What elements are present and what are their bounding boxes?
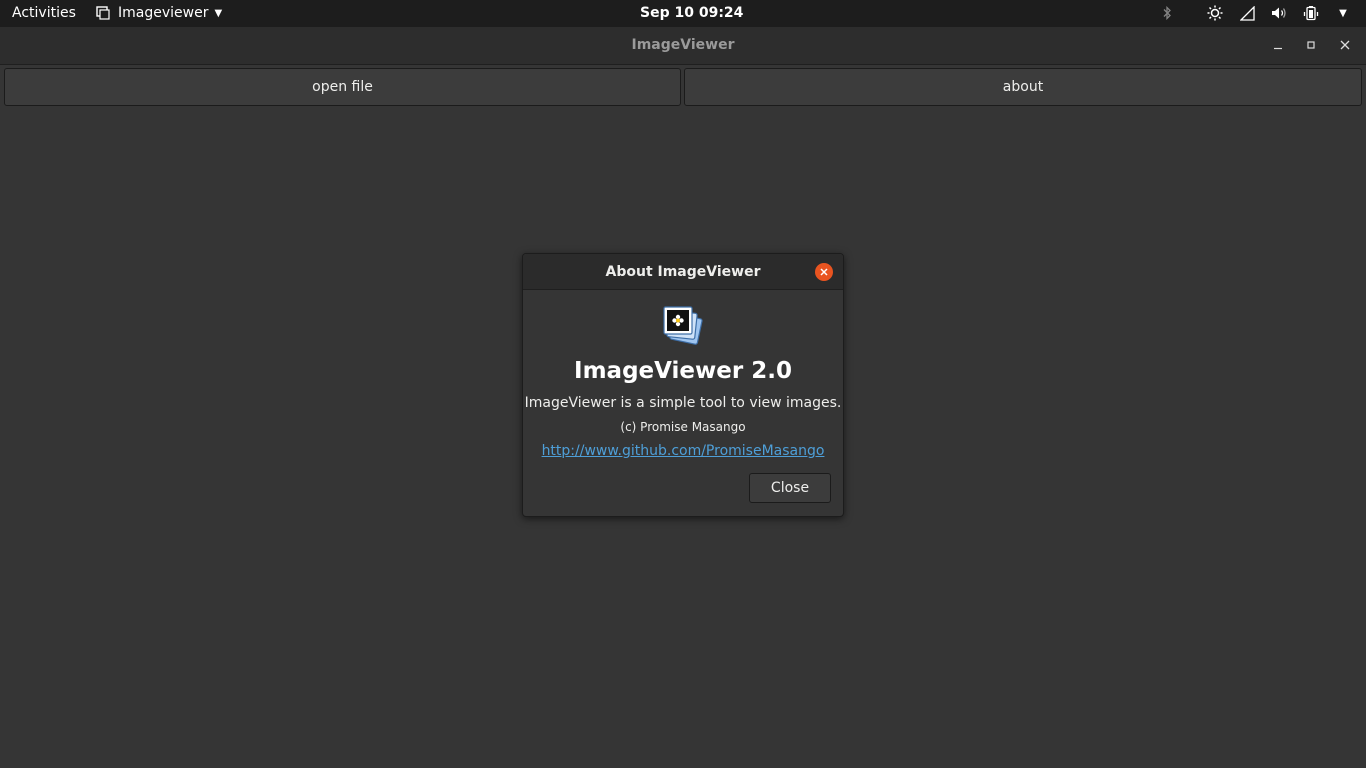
app-menu-label: Imageviewer [118, 5, 209, 21]
about-button[interactable]: about [684, 68, 1362, 106]
imageviewer-logo-icon [663, 306, 703, 345]
program-name: ImageViewer 2.0 [574, 358, 792, 384]
chevron-down-icon: ▼ [214, 7, 223, 19]
battery-icon[interactable] [1302, 5, 1320, 21]
gnome-top-bar: Activities Imageviewer ▼ Sep 10 09:24 ▼ [0, 0, 1366, 27]
clock-button[interactable]: Sep 10 09:24 [640, 5, 743, 21]
open-file-button[interactable]: open file [4, 68, 681, 106]
brightness-icon[interactable] [1206, 5, 1224, 21]
website-link[interactable]: http://www.github.com/PromiseMasango [523, 443, 843, 459]
bluetooth-icon[interactable] [1158, 5, 1176, 21]
copyright-text: (c) Promise Masango [620, 420, 746, 434]
about-dialog-title: About ImageViewer [605, 264, 761, 280]
volume-icon[interactable] [1270, 5, 1288, 21]
minimize-icon[interactable] [1270, 37, 1286, 53]
toolbar: open file about [4, 68, 1362, 106]
close-button[interactable]: Close [749, 473, 831, 503]
about-dialog-header: About ImageViewer [523, 254, 843, 290]
dialog-close-icon[interactable] [815, 263, 833, 281]
window-title: ImageViewer [631, 37, 735, 53]
activities-button[interactable]: Activities [12, 5, 76, 21]
imageviewer-app-icon [96, 6, 110, 20]
program-description: ImageViewer is a simple tool to view ima… [524, 395, 842, 411]
maximize-icon[interactable] [1303, 37, 1319, 53]
network-icon[interactable] [1238, 5, 1256, 21]
window-header-bar: ImageViewer [0, 27, 1366, 65]
system-menu-caret-icon[interactable]: ▼ [1334, 5, 1352, 21]
about-dialog: About ImageViewer ImageViewer 2.0 ImageV… [522, 253, 844, 517]
window-close-icon[interactable] [1337, 37, 1353, 53]
system-tray[interactable]: ▼ [1144, 5, 1352, 21]
app-menu-button[interactable]: Imageviewer ▼ [96, 5, 222, 21]
